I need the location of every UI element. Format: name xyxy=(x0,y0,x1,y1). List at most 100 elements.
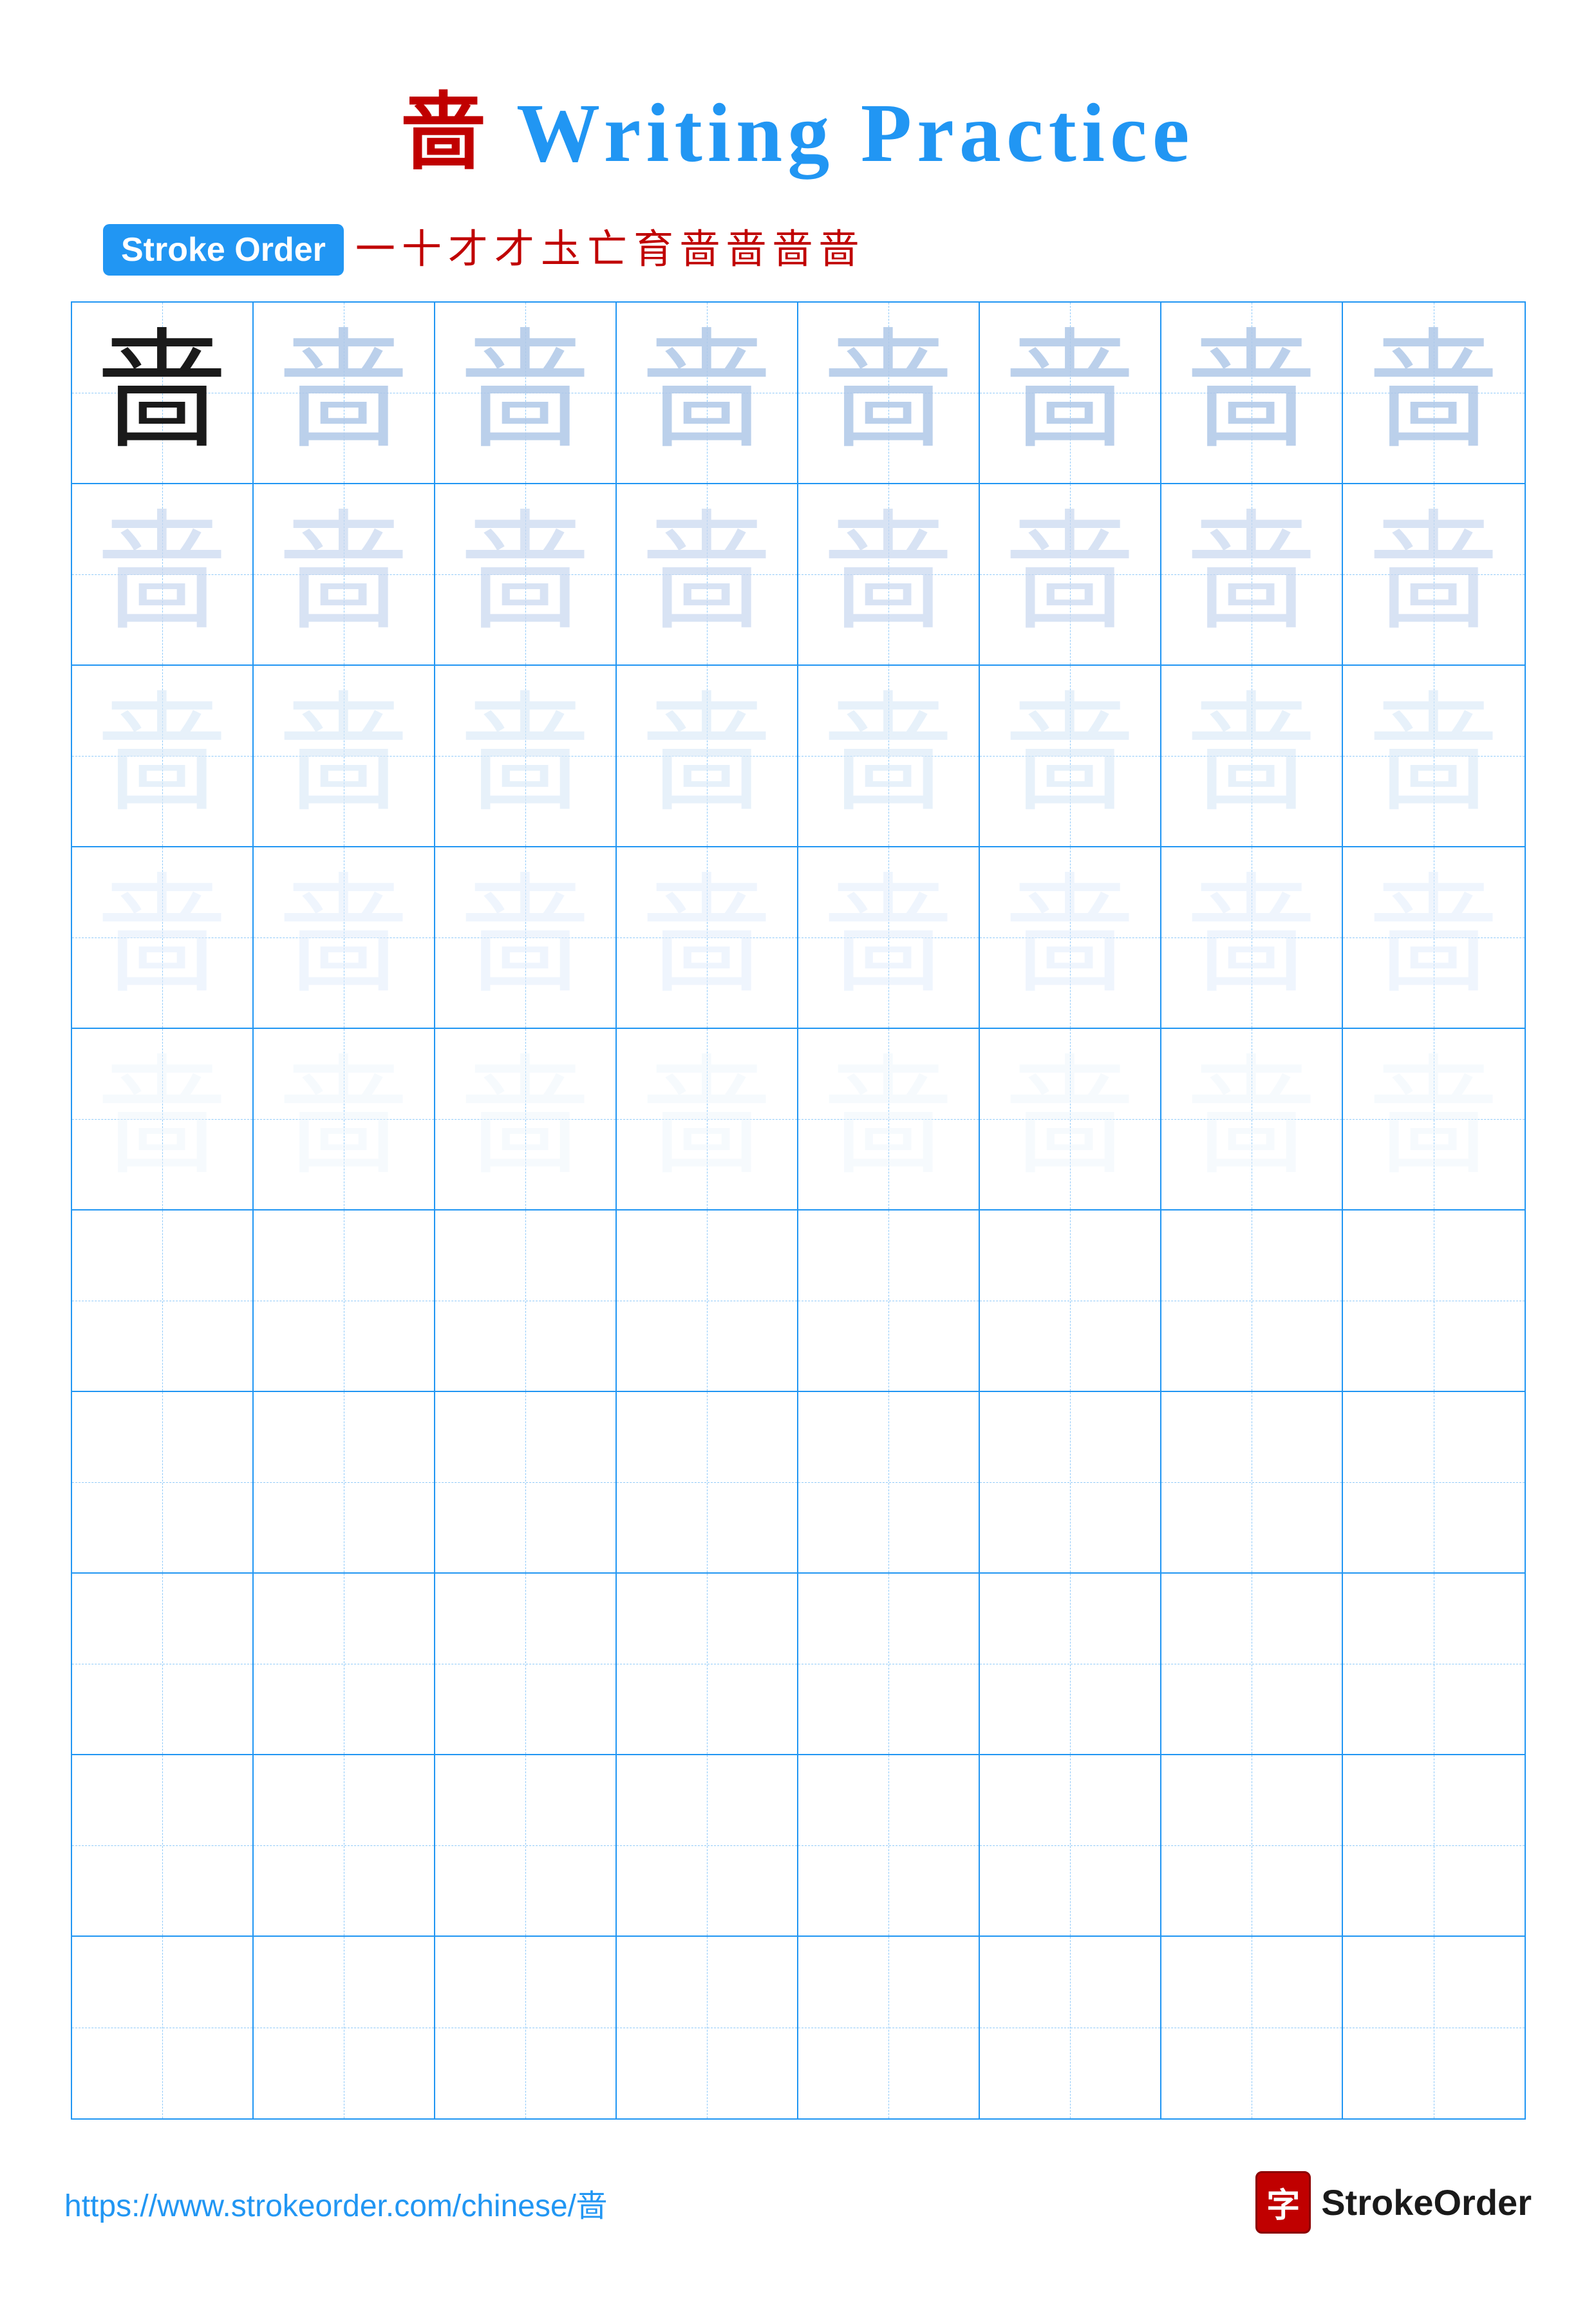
char-display: 啬 xyxy=(642,692,771,820)
grid-cell-6-2[interactable] xyxy=(254,1210,435,1392)
grid-cell-1-8[interactable]: 啬 xyxy=(1343,303,1525,484)
grid-cell-10-8[interactable] xyxy=(1343,1937,1525,2118)
stroke-order-badge: Stroke Order xyxy=(103,224,344,276)
grid-cell-9-6[interactable] xyxy=(980,1755,1161,1937)
grid-cell-7-8[interactable] xyxy=(1343,1392,1525,1574)
grid-cell-4-5[interactable]: 啬 xyxy=(798,847,980,1029)
grid-cell-4-3[interactable]: 啬 xyxy=(435,847,617,1029)
char-display: 啬 xyxy=(279,1055,408,1183)
grid-cell-7-7[interactable] xyxy=(1161,1392,1343,1574)
footer-url[interactable]: https://www.strokeorder.com/chinese/啬 xyxy=(64,2180,607,2225)
grid-cell-10-6[interactable] xyxy=(980,1937,1161,2118)
grid-cell-3-7[interactable]: 啬 xyxy=(1161,666,1343,847)
grid-cell-8-6[interactable] xyxy=(980,1574,1161,1755)
title-text: Writing Practice xyxy=(516,87,1194,180)
grid-cell-5-4[interactable]: 啬 xyxy=(617,1029,798,1210)
grid-cell-4-4[interactable]: 啬 xyxy=(617,847,798,1029)
grid-cell-8-5[interactable] xyxy=(798,1574,980,1755)
grid-cell-3-3[interactable]: 啬 xyxy=(435,666,617,847)
grid-cell-9-7[interactable] xyxy=(1161,1755,1343,1937)
grid-cell-9-1[interactable] xyxy=(72,1755,254,1937)
char-display: 啬 xyxy=(823,328,952,457)
grid-cell-9-2[interactable] xyxy=(254,1755,435,1937)
grid-cell-5-8[interactable]: 啬 xyxy=(1343,1029,1525,1210)
grid-cell-6-4[interactable] xyxy=(617,1210,798,1392)
grid-cell-8-4[interactable] xyxy=(617,1574,798,1755)
char-display: 啬 xyxy=(279,692,408,820)
grid-cell-1-4[interactable]: 啬 xyxy=(617,303,798,484)
grid-cell-9-8[interactable] xyxy=(1343,1755,1525,1937)
grid-cell-7-4[interactable] xyxy=(617,1392,798,1574)
grid-cell-3-4[interactable]: 啬 xyxy=(617,666,798,847)
grid-cell-4-8[interactable]: 啬 xyxy=(1343,847,1525,1029)
grid-cell-1-5[interactable]: 啬 xyxy=(798,303,980,484)
grid-cell-9-5[interactable] xyxy=(798,1755,980,1937)
grid-cell-5-7[interactable]: 啬 xyxy=(1161,1029,1343,1210)
grid-cell-2-2[interactable]: 啬 xyxy=(254,484,435,666)
grid-cell-10-2[interactable] xyxy=(254,1937,435,2118)
char-display: 啬 xyxy=(1369,328,1497,457)
grid-cell-1-1[interactable]: 啬 xyxy=(72,303,254,484)
grid-cell-2-6[interactable]: 啬 xyxy=(980,484,1161,666)
char-display: 啬 xyxy=(460,692,589,820)
grid-cell-8-8[interactable] xyxy=(1343,1574,1525,1755)
grid-cell-1-2[interactable]: 啬 xyxy=(254,303,435,484)
char-display: 啬 xyxy=(460,873,589,1002)
grid-cell-2-4[interactable]: 啬 xyxy=(617,484,798,666)
grid-cell-7-5[interactable] xyxy=(798,1392,980,1574)
grid-cell-1-6[interactable]: 啬 xyxy=(980,303,1161,484)
practice-grid: 啬 啬 啬 啬 啬 啬 啬 啬 啬 啬 啬 xyxy=(71,301,1526,2120)
grid-cell-3-8[interactable]: 啬 xyxy=(1343,666,1525,847)
char-display: 啬 xyxy=(97,510,226,639)
grid-cell-8-1[interactable] xyxy=(72,1574,254,1755)
grid-cell-2-7[interactable]: 啬 xyxy=(1161,484,1343,666)
footer-logo-icon: 字 xyxy=(1255,2171,1311,2234)
grid-cell-10-1[interactable] xyxy=(72,1937,254,2118)
page: 啬 Writing Practice Stroke Order 一 十 才 才 … xyxy=(0,0,1596,2298)
grid-cell-1-3[interactable]: 啬 xyxy=(435,303,617,484)
grid-cell-5-2[interactable]: 啬 xyxy=(254,1029,435,1210)
grid-cell-3-5[interactable]: 啬 xyxy=(798,666,980,847)
grid-cell-6-7[interactable] xyxy=(1161,1210,1343,1392)
grid-cell-3-2[interactable]: 啬 xyxy=(254,666,435,847)
grid-cell-5-1[interactable]: 啬 xyxy=(72,1029,254,1210)
grid-cell-2-5[interactable]: 啬 xyxy=(798,484,980,666)
grid-cell-8-3[interactable] xyxy=(435,1574,617,1755)
grid-cell-6-6[interactable] xyxy=(980,1210,1161,1392)
grid-cell-10-3[interactable] xyxy=(435,1937,617,2118)
char-display: 啬 xyxy=(1369,1055,1497,1183)
grid-cell-3-6[interactable]: 啬 xyxy=(980,666,1161,847)
grid-cell-6-5[interactable] xyxy=(798,1210,980,1392)
grid-cell-3-1[interactable]: 啬 xyxy=(72,666,254,847)
grid-cell-6-1[interactable] xyxy=(72,1210,254,1392)
char-display: 啬 xyxy=(823,510,952,639)
grid-cell-10-7[interactable] xyxy=(1161,1937,1343,2118)
grid-cell-2-3[interactable]: 啬 xyxy=(435,484,617,666)
grid-cell-7-6[interactable] xyxy=(980,1392,1161,1574)
grid-cell-4-2[interactable]: 啬 xyxy=(254,847,435,1029)
grid-cell-7-2[interactable] xyxy=(254,1392,435,1574)
page-title: 啬 Writing Practice xyxy=(402,64,1195,185)
grid-cell-10-5[interactable] xyxy=(798,1937,980,2118)
char-display: 啬 xyxy=(823,873,952,1002)
footer: https://www.strokeorder.com/chinese/啬 字 … xyxy=(64,2120,1532,2259)
grid-cell-5-3[interactable]: 啬 xyxy=(435,1029,617,1210)
grid-cell-1-7[interactable]: 啬 xyxy=(1161,303,1343,484)
grid-cell-6-3[interactable] xyxy=(435,1210,617,1392)
grid-cell-10-4[interactable] xyxy=(617,1937,798,2118)
grid-cell-8-2[interactable] xyxy=(254,1574,435,1755)
grid-cell-2-1[interactable]: 啬 xyxy=(72,484,254,666)
grid-cell-4-6[interactable]: 啬 xyxy=(980,847,1161,1029)
grid-cell-7-1[interactable] xyxy=(72,1392,254,1574)
grid-cell-5-6[interactable]: 啬 xyxy=(980,1029,1161,1210)
grid-cell-4-1[interactable]: 啬 xyxy=(72,847,254,1029)
grid-cell-7-3[interactable] xyxy=(435,1392,617,1574)
grid-cell-9-3[interactable] xyxy=(435,1755,617,1937)
grid-cell-6-8[interactable] xyxy=(1343,1210,1525,1392)
grid-cell-9-4[interactable] xyxy=(617,1755,798,1937)
grid-cell-4-7[interactable]: 啬 xyxy=(1161,847,1343,1029)
grid-cell-2-8[interactable]: 啬 xyxy=(1343,484,1525,666)
grid-cell-5-5[interactable]: 啬 xyxy=(798,1029,980,1210)
grid-cell-8-7[interactable] xyxy=(1161,1574,1343,1755)
char-display: 啬 xyxy=(1005,510,1134,639)
